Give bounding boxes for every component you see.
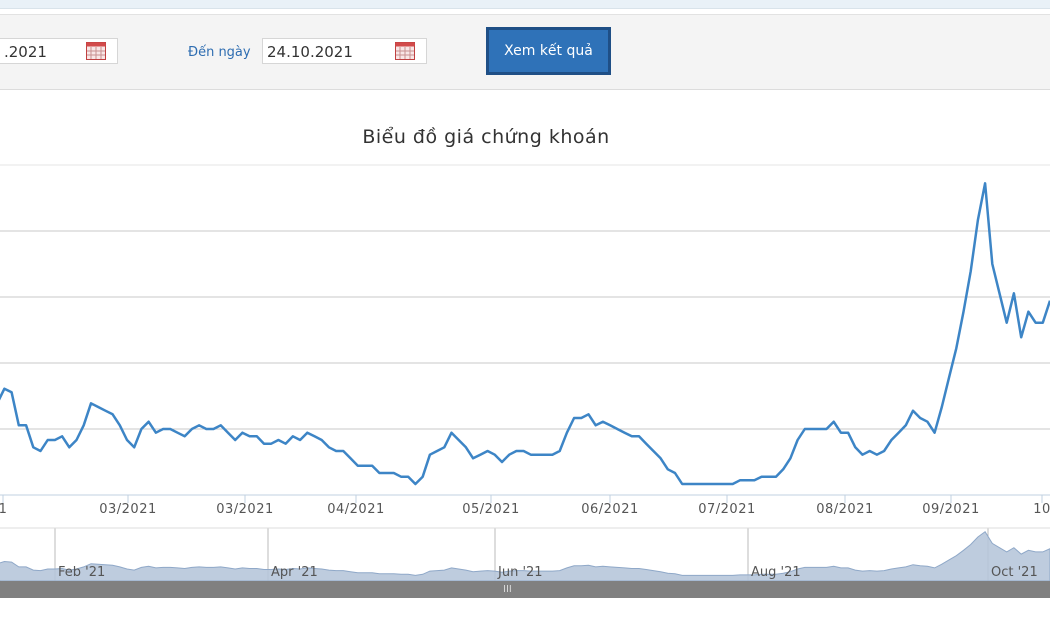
x-tick-label: 08/2021	[816, 502, 874, 517]
x-tick-label: 03/2021	[99, 502, 157, 517]
x-tick-label: 06/2021	[581, 502, 639, 517]
price-line	[0, 182, 1050, 486]
navigator-tick-label: Apr '21	[271, 565, 318, 580]
x-tick-label: 07/2021	[698, 502, 756, 517]
x-tick-label: 05/2021	[462, 502, 520, 517]
grip-icon[interactable]: III	[503, 584, 512, 595]
navigator-tick-label: Aug '21	[751, 565, 801, 580]
x-tick-label: 04/2021	[327, 502, 385, 517]
navigator-tick-label: Jun '21	[497, 565, 543, 580]
x-tick-label: 1	[0, 502, 7, 517]
stock-price-chart: 1 03/2021 03/2021 04/2021 05/2021 06/2021 07/2…	[0, 164, 1050, 582]
navigator-scrollbar[interactable]: III	[0, 581, 1050, 598]
x-tick-label: 10	[1033, 502, 1050, 517]
x-tick-label: 09/2021	[922, 502, 980, 517]
x-tick-label: 03/2021	[216, 502, 274, 517]
navigator-tick-label: Feb '21	[58, 565, 105, 580]
navigator-tick-label: Oct '21	[991, 565, 1038, 580]
